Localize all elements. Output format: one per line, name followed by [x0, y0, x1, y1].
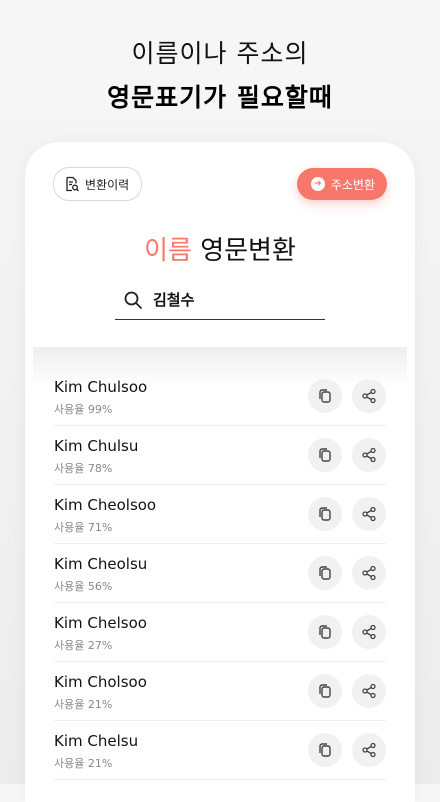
result-row: Kim Chulsoo 사용율 99%	[54, 367, 386, 426]
share-button[interactable]	[352, 674, 386, 708]
result-usage: 사용율 71%	[54, 521, 113, 534]
result-usage: 사용율 21%	[54, 757, 113, 770]
result-name: Kim Chelsoo	[54, 614, 147, 632]
page-title: 이름 영문변환	[25, 230, 415, 267]
copy-icon	[319, 684, 331, 698]
result-usage: 사용율 78%	[54, 462, 113, 475]
share-icon	[362, 624, 376, 640]
document-search-icon	[66, 176, 79, 192]
result-name: Kim Cheolsu	[54, 555, 148, 573]
share-button[interactable]	[352, 497, 386, 531]
copy-icon	[319, 566, 331, 580]
result-name: Kim Cheolsoo	[54, 496, 157, 514]
copy-button[interactable]	[308, 674, 342, 708]
promo-line-2: 영문표기가 필요할때	[107, 83, 333, 112]
result-usage: 사용율 27%	[54, 639, 113, 652]
copy-button[interactable]	[308, 556, 342, 590]
result-row: Kim Cheolsoo 사용율 71%	[54, 485, 386, 544]
copy-icon	[319, 448, 331, 462]
share-button[interactable]	[352, 615, 386, 649]
share-icon	[362, 388, 376, 404]
promo-line-1: 이름이나 주소의	[131, 39, 309, 68]
search-input[interactable]: 김철수	[115, 280, 325, 320]
history-button[interactable]: 변환이력	[53, 167, 143, 201]
result-usage: 사용율 56%	[54, 580, 113, 593]
result-name: Kim Cholsoo	[54, 673, 147, 691]
page-title-rest: 영문변환	[191, 236, 296, 266]
share-icon	[362, 683, 376, 699]
address-convert-label: 주소변환	[330, 177, 375, 192]
history-button-label: 변환이력	[85, 177, 130, 192]
search-icon	[124, 291, 142, 309]
result-row: Kim Chelsoo 사용율 27%	[54, 603, 386, 662]
result-usage: 사용율 99%	[54, 403, 113, 416]
result-usage: 사용율 21%	[54, 698, 113, 711]
copy-button[interactable]	[308, 733, 342, 767]
promo-banner: 이름이나 주소의 영문표기가 필요할때	[0, 34, 440, 114]
result-name: Kim Chulsu	[54, 437, 139, 455]
arrow-right-icon: ➜	[310, 177, 325, 191]
address-convert-button[interactable]: ➜ 주소변환	[296, 168, 387, 200]
result-row: Kim Cholsoo 사용율 21%	[54, 662, 386, 721]
copy-icon	[319, 743, 331, 757]
copy-icon	[319, 625, 331, 639]
copy-icon	[319, 389, 331, 403]
result-name: Kim Chelsu	[54, 732, 139, 750]
result-row: Kim Chelsu 사용율 21%	[54, 721, 386, 780]
share-button[interactable]	[352, 556, 386, 590]
result-row: Kim Chulsu 사용율 78%	[54, 426, 386, 485]
share-icon	[362, 565, 376, 581]
copy-button[interactable]	[308, 379, 342, 413]
copy-button[interactable]	[308, 497, 342, 531]
share-icon	[362, 506, 376, 522]
page-title-accent: 이름	[144, 236, 192, 266]
app-screen: 변환이력 ➜ 주소변환 이름 영문변환 김철수 Kim Chulsoo 사용율 …	[25, 142, 415, 802]
result-row: Kim Cheolsu 사용율 56%	[54, 544, 386, 603]
copy-button[interactable]	[308, 615, 342, 649]
result-name: Kim Chulsoo	[54, 378, 148, 396]
copy-button[interactable]	[308, 438, 342, 472]
search-value: 김철수	[153, 291, 195, 309]
share-button[interactable]	[352, 438, 386, 472]
result-list: Kim Chulsoo 사용율 99% Kim Chulsu 사용율 78% K…	[54, 367, 386, 780]
share-button[interactable]	[352, 733, 386, 767]
copy-icon	[319, 507, 331, 521]
share-icon	[362, 447, 376, 463]
share-icon	[362, 742, 376, 758]
share-button[interactable]	[352, 379, 386, 413]
